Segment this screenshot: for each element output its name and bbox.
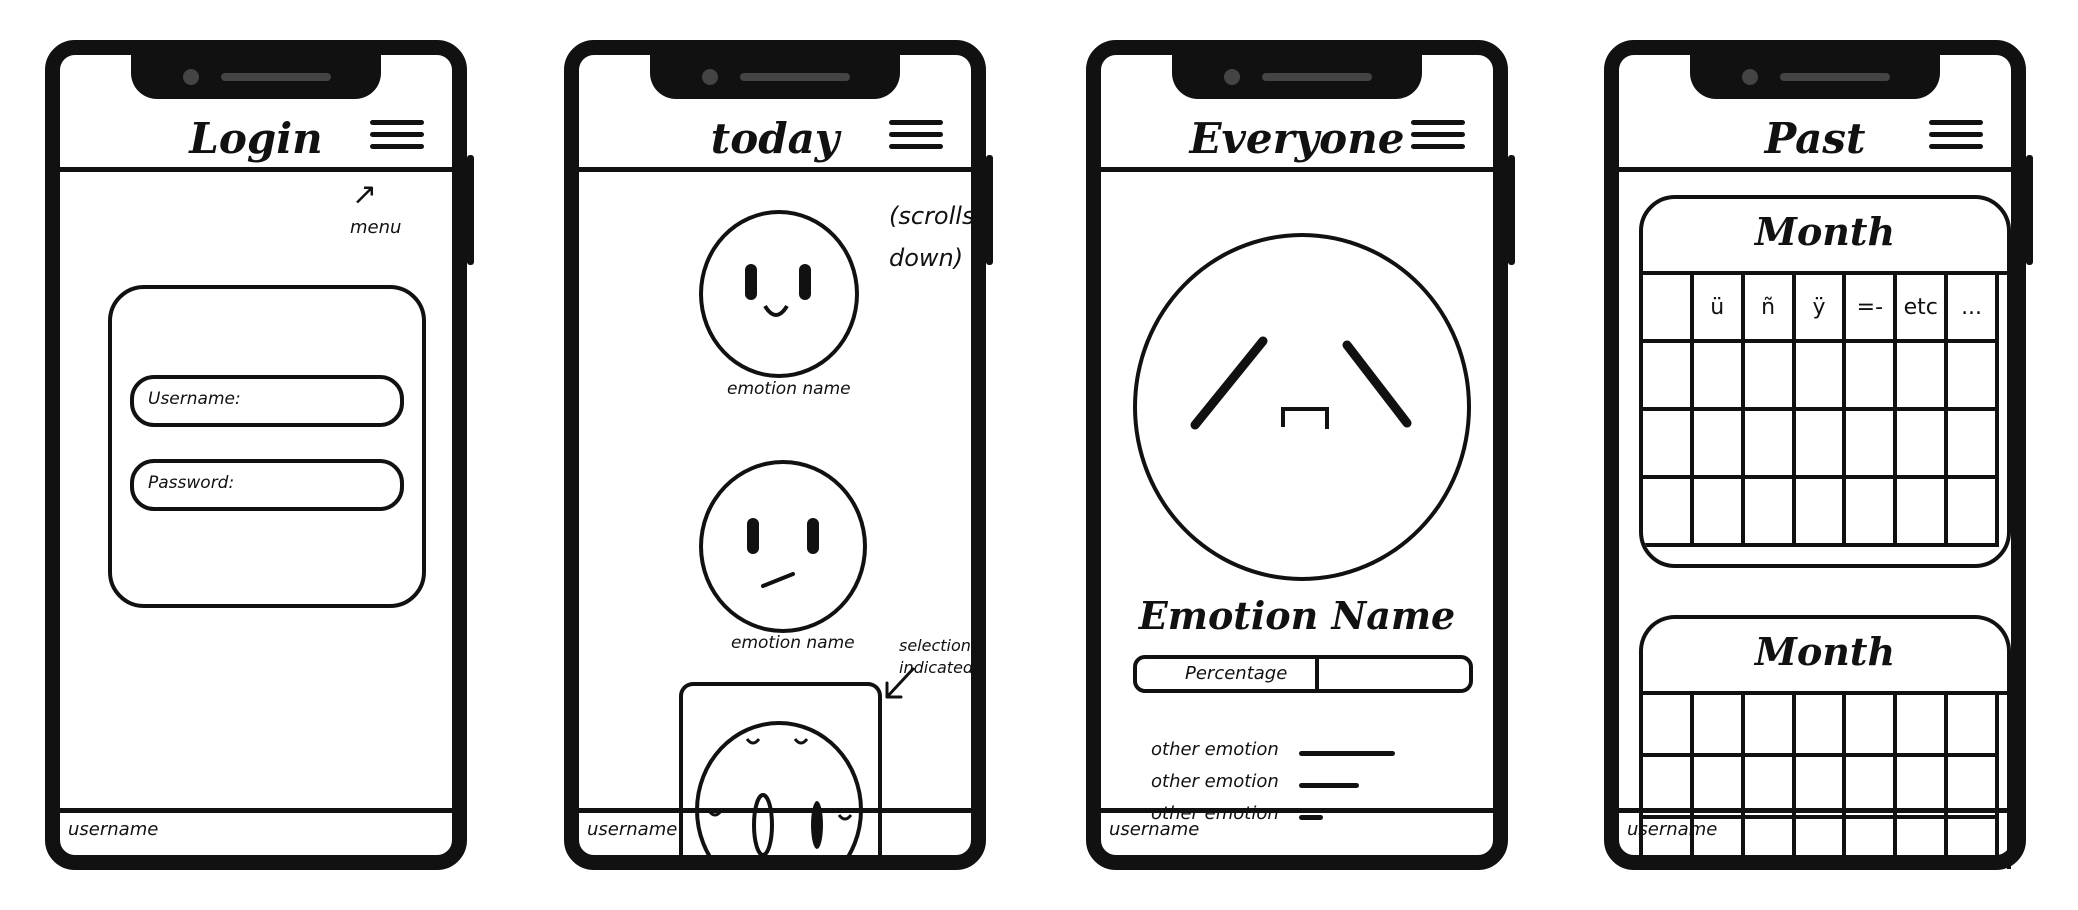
- percentage-label: Percentage: [1185, 663, 1288, 684]
- calendar-day-cell[interactable]: [1948, 695, 1999, 757]
- arrow-up-icon: ↗: [352, 177, 378, 212]
- footer-username: username: [587, 819, 678, 840]
- footer-username: username: [1109, 819, 1200, 840]
- footer-username: username: [68, 819, 159, 840]
- password-field[interactable]: Password:: [130, 459, 404, 511]
- hamburger-menu-icon[interactable]: [889, 120, 943, 152]
- calendar-day-cell[interactable]: [1643, 275, 1694, 343]
- header-divider: [1619, 167, 2011, 172]
- speaker-icon: [1262, 73, 1372, 81]
- calendar-day-cell[interactable]: [1795, 479, 1847, 547]
- hamburger-menu-icon[interactable]: [370, 120, 424, 152]
- other-emotion-label: other emotion: [1151, 739, 1279, 760]
- calendar-day-cell[interactable]: [1897, 695, 1949, 757]
- login-card: Username: Password:: [108, 285, 426, 608]
- calendar-day-cell[interactable]: [1795, 695, 1847, 757]
- calendar-day-cell[interactable]: [1643, 343, 1694, 411]
- username-field[interactable]: Username:: [130, 375, 404, 427]
- menu-annotation: ↗ menu: [350, 177, 410, 265]
- calendar-day-cell[interactable]: [1948, 479, 1999, 547]
- camera-icon: [1224, 69, 1240, 85]
- calendar-day-cell[interactable]: ...: [1948, 275, 1999, 343]
- footer-bar: username: [60, 808, 452, 855]
- calendar-day-cell[interactable]: [1693, 343, 1745, 411]
- calendar-day-cell[interactable]: ñ: [1744, 275, 1796, 343]
- month-label: Month: [1754, 209, 1896, 254]
- speaker-icon: [221, 73, 331, 81]
- phone-notch: [650, 53, 900, 99]
- other-emotion-bar: [1299, 783, 1359, 788]
- calendar-day-cell[interactable]: [1846, 343, 1898, 411]
- screen-header: Everyone: [1101, 110, 1493, 170]
- footer-bar: username: [579, 808, 971, 855]
- sad-face-icon: [1133, 233, 1471, 581]
- calendar-day-cell[interactable]: =-: [1846, 275, 1898, 343]
- calendar-day-cell[interactable]: [1795, 411, 1847, 479]
- phone-notch: [1690, 53, 1940, 99]
- screen-header: today: [579, 110, 971, 170]
- username-field-label: Username:: [148, 389, 241, 409]
- calendar-day-cell[interactable]: [1948, 343, 1999, 411]
- calendar-day-cell[interactable]: ÿ: [1795, 275, 1847, 343]
- calendar-day-cell[interactable]: [1643, 695, 1694, 757]
- password-field-label: Password:: [148, 473, 235, 493]
- month-calendar: Month ü ñ ÿ =- etc...: [1639, 195, 2011, 568]
- calendar-day-cell[interactable]: [1744, 411, 1796, 479]
- footer-bar: username: [1101, 808, 1493, 855]
- phone-past-screen: Past Month ü ñ ÿ =- etc... Month username: [1604, 40, 2033, 870]
- arrow-down-left-icon: [885, 667, 915, 699]
- calendar-day-cell[interactable]: [1693, 411, 1745, 479]
- phone-login-screen: Login ↗ menu Username: Password: usernam…: [45, 40, 474, 870]
- camera-icon: [183, 69, 199, 85]
- calendar-day-cell[interactable]: [1643, 479, 1694, 547]
- calendar-day-cell[interactable]: [1744, 343, 1796, 411]
- calendar-day-cell[interactable]: [1897, 479, 1949, 547]
- footer-username: username: [1627, 819, 1718, 840]
- menu-annotation-label: menu: [350, 217, 402, 238]
- calendar-day-cell[interactable]: [1948, 411, 1999, 479]
- calendar-day-cell[interactable]: [1846, 695, 1898, 757]
- speaker-icon: [1780, 73, 1890, 81]
- emotion-label: emotion name: [731, 633, 855, 653]
- header-divider: [60, 167, 452, 172]
- neutral-face-icon[interactable]: [699, 460, 867, 633]
- screen-header: Past: [1619, 110, 2011, 170]
- calendar-day-cell[interactable]: [1846, 479, 1898, 547]
- calendar-day-cell[interactable]: ü: [1693, 275, 1745, 343]
- happy-face-icon[interactable]: [699, 210, 859, 378]
- calendar-day-cell[interactable]: [1846, 411, 1898, 479]
- hamburger-menu-icon[interactable]: [1411, 120, 1465, 152]
- emotion-label: emotion name: [727, 379, 851, 399]
- calendar-day-cell[interactable]: [1744, 479, 1796, 547]
- phone-notch: [131, 53, 381, 99]
- calendar-day-cell[interactable]: [1897, 411, 1949, 479]
- camera-icon: [702, 69, 718, 85]
- header-divider: [579, 167, 971, 172]
- other-emotion-label: other emotion: [1151, 771, 1279, 792]
- calendar-day-cell[interactable]: [1897, 343, 1949, 411]
- calendar-day-cell[interactable]: [1693, 695, 1745, 757]
- hamburger-menu-icon[interactable]: [1929, 120, 1983, 152]
- phone-everyone-screen: Everyone Emotion Name Percentage other e…: [1086, 40, 1515, 870]
- header-divider: [1101, 167, 1493, 172]
- calendar-day-cell[interactable]: [1795, 343, 1847, 411]
- screen-header: Login: [60, 110, 452, 170]
- emotion-name-heading: Emotion Name: [1138, 593, 1456, 638]
- scroll-annotation: (scrolls down): [889, 202, 975, 272]
- month-label: Month: [1754, 629, 1896, 674]
- calendar-day-cell[interactable]: etc: [1897, 275, 1949, 343]
- footer-bar: username: [1619, 808, 2011, 855]
- camera-icon: [1742, 69, 1758, 85]
- percentage-bar: Percentage: [1133, 655, 1473, 693]
- calendar-day-cell[interactable]: [1693, 479, 1745, 547]
- other-emotion-bar: [1299, 751, 1395, 756]
- calendar-grid: ü ñ ÿ =- etc...: [1643, 271, 2007, 564]
- phone-today-screen: today (scrolls down) emotion name emotio…: [564, 40, 993, 870]
- calendar-day-cell[interactable]: [1643, 411, 1694, 479]
- calendar-day-cell[interactable]: [1744, 695, 1796, 757]
- phone-notch: [1172, 53, 1422, 99]
- speaker-icon: [740, 73, 850, 81]
